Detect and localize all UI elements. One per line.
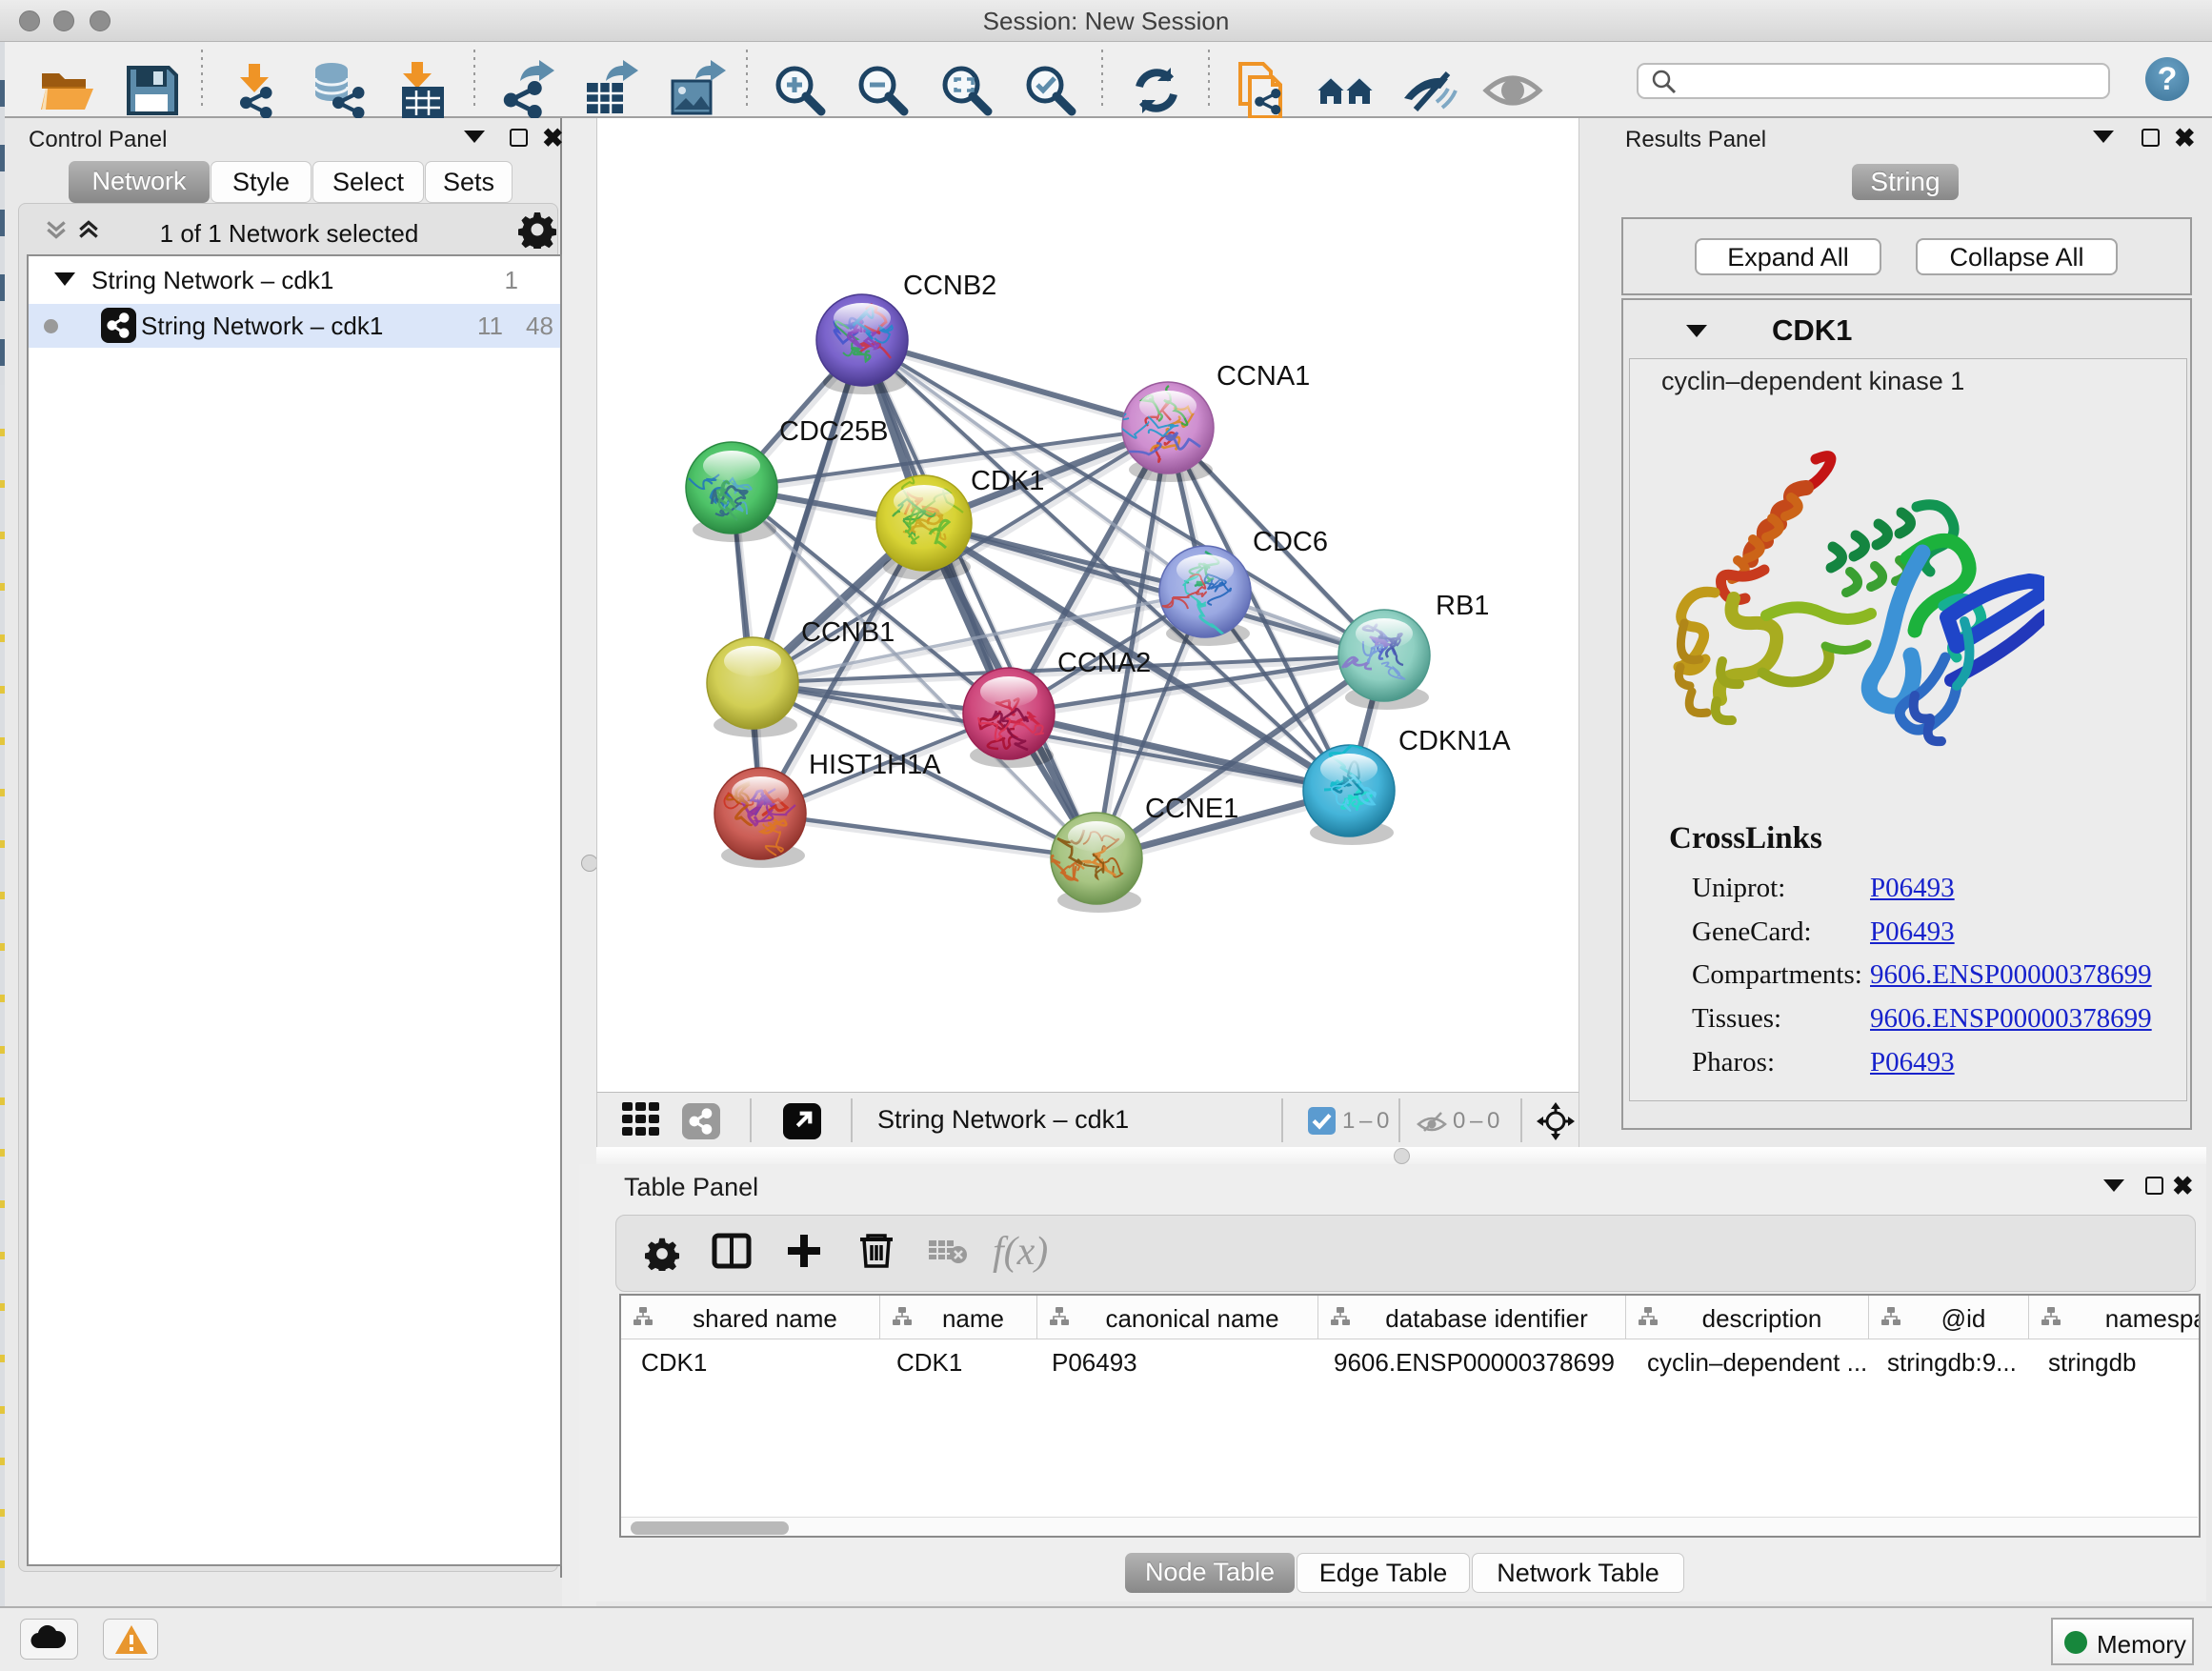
svg-text:CDC25B: CDC25B <box>779 416 888 447</box>
svg-text:CCNB1: CCNB1 <box>801 617 895 648</box>
svg-text:RB1: RB1 <box>1436 591 1489 621</box>
svg-text:CCNB2: CCNB2 <box>903 271 996 301</box>
svg-text:CCNA2: CCNA2 <box>1057 648 1151 678</box>
svg-text:CDC6: CDC6 <box>1253 527 1328 557</box>
svg-text:HIST1H1A: HIST1H1A <box>809 750 941 780</box>
svg-text:CCNA1: CCNA1 <box>1217 361 1310 392</box>
svg-text:CCNE1: CCNE1 <box>1145 794 1238 824</box>
svg-text:CDKN1A: CDKN1A <box>1398 726 1511 756</box>
svg-text:CDK1: CDK1 <box>971 466 1044 496</box>
